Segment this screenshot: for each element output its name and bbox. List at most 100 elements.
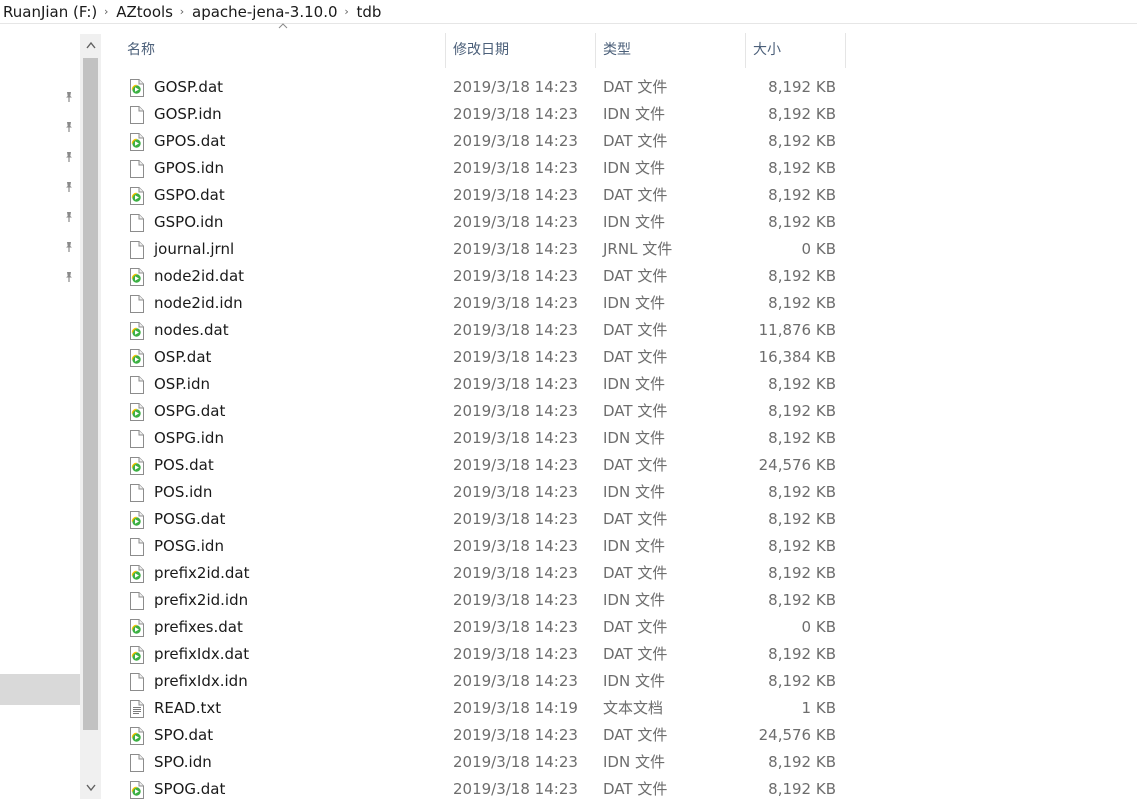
file-size: 1 KB: [801, 699, 836, 717]
chevron-right-icon[interactable]: ›: [175, 5, 189, 18]
chevron-down-icon: [85, 784, 96, 792]
media-file-icon: [129, 646, 145, 664]
file-type: IDN 文件: [603, 483, 665, 501]
file-row[interactable]: GPOS.dat 2019/3/18 14:23 DAT 文件 8,192 KB: [101, 128, 861, 155]
file-row[interactable]: GPOS.idn 2019/3/18 14:23 IDN 文件 8,192 KB: [101, 155, 861, 182]
file-row[interactable]: prefixes.dat 2019/3/18 14:23 DAT 文件 0 KB: [101, 614, 861, 641]
file-row[interactable]: OSPG.idn 2019/3/18 14:23 IDN 文件 8,192 KB: [101, 425, 861, 452]
file-row[interactable]: SPO.dat 2019/3/18 14:23 DAT 文件 24,576 KB: [101, 722, 861, 749]
file-size: 0 KB: [801, 618, 836, 636]
file-size: 8,192 KB: [768, 672, 836, 690]
file-type: DAT 文件: [603, 402, 668, 420]
file-modified-date: 2019/3/18 14:23: [453, 618, 578, 636]
file-size: 8,192 KB: [768, 105, 836, 123]
file-name: GOSP.idn: [154, 105, 222, 123]
pin-icon[interactable]: [62, 181, 76, 195]
column-header-date[interactable]: 修改日期: [446, 33, 596, 68]
scroll-thumb[interactable]: [83, 58, 98, 730]
file-name: prefixIdx.idn: [154, 672, 248, 690]
file-row[interactable]: SPO.idn 2019/3/18 14:23 IDN 文件 8,192 KB: [101, 749, 861, 776]
file-type: DAT 文件: [603, 186, 668, 204]
pin-icon[interactable]: [62, 211, 76, 225]
file-name: prefix2id.dat: [154, 564, 250, 582]
file-name: node2id.idn: [154, 294, 243, 312]
file-row[interactable]: POS.idn 2019/3/18 14:23 IDN 文件 8,192 KB: [101, 479, 861, 506]
breadcrumb-item[interactable]: apache-jena-3.10.0: [189, 3, 340, 21]
file-row[interactable]: journal.jrnl 2019/3/18 14:23 JRNL 文件 0 KB: [101, 236, 861, 263]
file-name: GPOS.idn: [154, 159, 224, 177]
chevron-right-icon[interactable]: ›: [99, 5, 113, 18]
nav-scrollbar[interactable]: [80, 34, 101, 799]
column-header-name[interactable]: 名称: [101, 23, 446, 68]
file-type: IDN 文件: [603, 159, 665, 177]
file-type: DAT 文件: [603, 726, 668, 744]
file-modified-date: 2019/3/18 14:23: [453, 456, 578, 474]
file-type: IDN 文件: [603, 591, 665, 609]
pin-icon[interactable]: [62, 91, 76, 105]
file-row[interactable]: prefixIdx.dat 2019/3/18 14:23 DAT 文件 8,192 …: [101, 641, 861, 668]
file-type: IDN 文件: [603, 213, 665, 231]
text-file-icon: [129, 700, 145, 718]
file-row[interactable]: OSP.idn 2019/3/18 14:23 IDN 文件 8,192 KB: [101, 371, 861, 398]
file-row[interactable]: GOSP.idn 2019/3/18 14:23 IDN 文件 8,192 KB: [101, 101, 861, 128]
file-row[interactable]: GOSP.dat 2019/3/18 14:23 DAT 文件 8,192 KB: [101, 74, 861, 101]
chevron-right-icon[interactable]: ›: [340, 5, 354, 18]
media-file-icon: [129, 349, 145, 367]
blank-file-icon: [129, 673, 145, 691]
file-size: 8,192 KB: [768, 402, 836, 420]
file-row[interactable]: POS.dat 2019/3/18 14:23 DAT 文件 24,576 KB: [101, 452, 861, 479]
file-type: DAT 文件: [603, 510, 668, 528]
file-row[interactable]: node2id.dat 2019/3/18 14:23 DAT 文件 8,192 KB: [101, 263, 861, 290]
media-file-icon: [129, 187, 145, 205]
file-size: 8,192 KB: [768, 645, 836, 663]
file-row[interactable]: OSP.dat 2019/3/18 14:23 DAT 文件 16,384 KB: [101, 344, 861, 371]
file-row[interactable]: POSG.dat 2019/3/18 14:23 DAT 文件 8,192 KB: [101, 506, 861, 533]
file-size: 8,192 KB: [768, 375, 836, 393]
file-name: READ.txt: [154, 699, 222, 717]
file-row[interactable]: READ.txt 2019/3/18 14:19 文本文档 1 KB: [101, 695, 861, 722]
file-row[interactable]: node2id.idn 2019/3/18 14:23 IDN 文件 8,192 KB: [101, 290, 861, 317]
blank-file-icon: [129, 430, 145, 448]
file-size: 8,192 KB: [768, 429, 836, 447]
file-modified-date: 2019/3/18 14:23: [453, 591, 578, 609]
pin-icon[interactable]: [62, 271, 76, 285]
file-modified-date: 2019/3/18 14:23: [453, 294, 578, 312]
scroll-down-button[interactable]: [80, 777, 101, 799]
file-size: 16,384 KB: [758, 348, 836, 366]
file-type: IDN 文件: [603, 375, 665, 393]
blank-file-icon: [129, 592, 145, 610]
media-file-icon: [129, 79, 145, 97]
file-row[interactable]: GSPO.idn 2019/3/18 14:23 IDN 文件 8,192 KB: [101, 209, 861, 236]
file-list: GOSP.dat 2019/3/18 14:23 DAT 文件 8,192 KB GOS…: [101, 74, 861, 803]
file-size: 8,192 KB: [768, 753, 836, 771]
scroll-up-button[interactable]: [80, 34, 101, 56]
file-row[interactable]: prefix2id.dat 2019/3/18 14:23 DAT 文件 8,192 …: [101, 560, 861, 587]
file-name: node2id.dat: [154, 267, 245, 285]
file-row[interactable]: prefixIdx.idn 2019/3/18 14:23 IDN 文件 8,192 …: [101, 668, 861, 695]
column-header-size[interactable]: 大小: [746, 33, 846, 68]
file-name: OSP.idn: [154, 375, 211, 393]
media-file-icon: [129, 403, 145, 421]
breadcrumb-item[interactable]: RuanJian (F:): [0, 3, 99, 21]
column-header-type[interactable]: 类型: [596, 33, 746, 68]
breadcrumb-item[interactable]: tdb: [354, 3, 384, 21]
file-name: prefix2id.idn: [154, 591, 249, 609]
file-row[interactable]: POSG.idn 2019/3/18 14:23 IDN 文件 8,192 KB: [101, 533, 861, 560]
file-row[interactable]: prefix2id.idn 2019/3/18 14:23 IDN 文件 8,192 …: [101, 587, 861, 614]
blank-file-icon: [129, 241, 145, 259]
pin-icon[interactable]: [62, 151, 76, 165]
file-row[interactable]: GSPO.dat 2019/3/18 14:23 DAT 文件 8,192 KB: [101, 182, 861, 209]
file-modified-date: 2019/3/18 14:23: [453, 159, 578, 177]
file-type: DAT 文件: [603, 645, 668, 663]
blank-file-icon: [129, 106, 145, 124]
file-size: 0 KB: [801, 240, 836, 258]
file-modified-date: 2019/3/18 14:23: [453, 537, 578, 555]
file-row[interactable]: OSPG.dat 2019/3/18 14:23 DAT 文件 8,192 KB: [101, 398, 861, 425]
file-row[interactable]: nodes.dat 2019/3/18 14:23 DAT 文件 11,876 KB: [101, 317, 861, 344]
breadcrumb-item[interactable]: AZtools: [113, 3, 175, 21]
file-type: DAT 文件: [603, 78, 668, 96]
file-type: IDN 文件: [603, 672, 665, 690]
pin-icon[interactable]: [62, 241, 76, 255]
nav-selected-item[interactable]: [0, 674, 80, 705]
pin-icon[interactable]: [62, 121, 76, 135]
